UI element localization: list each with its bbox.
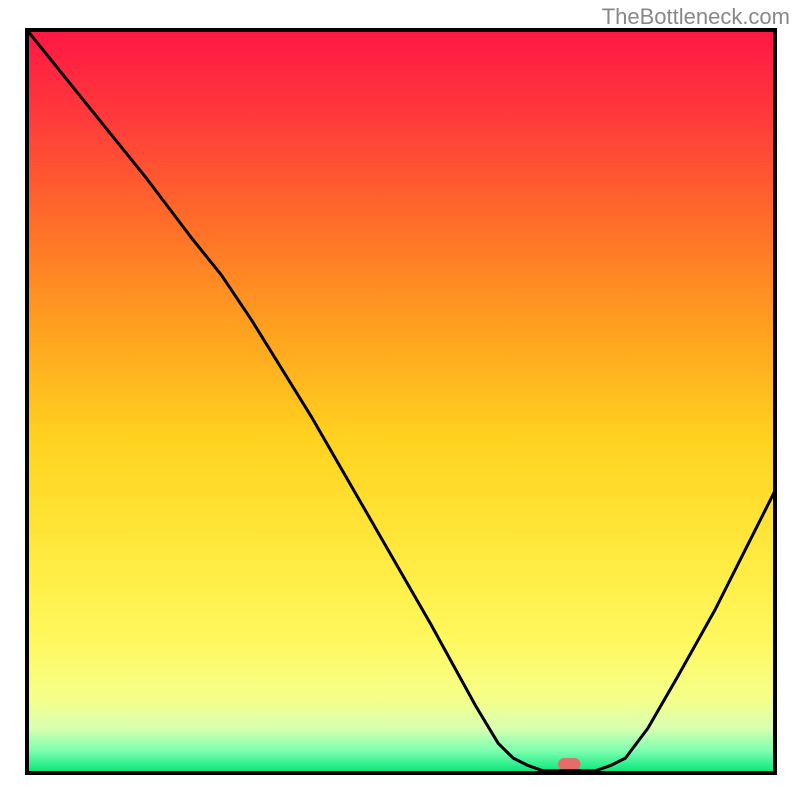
bottleneck-chart <box>0 0 800 800</box>
optimal-marker <box>558 758 580 770</box>
watermark-text: TheBottleneck.com <box>602 4 790 30</box>
chart-container: TheBottleneck.com <box>0 0 800 800</box>
